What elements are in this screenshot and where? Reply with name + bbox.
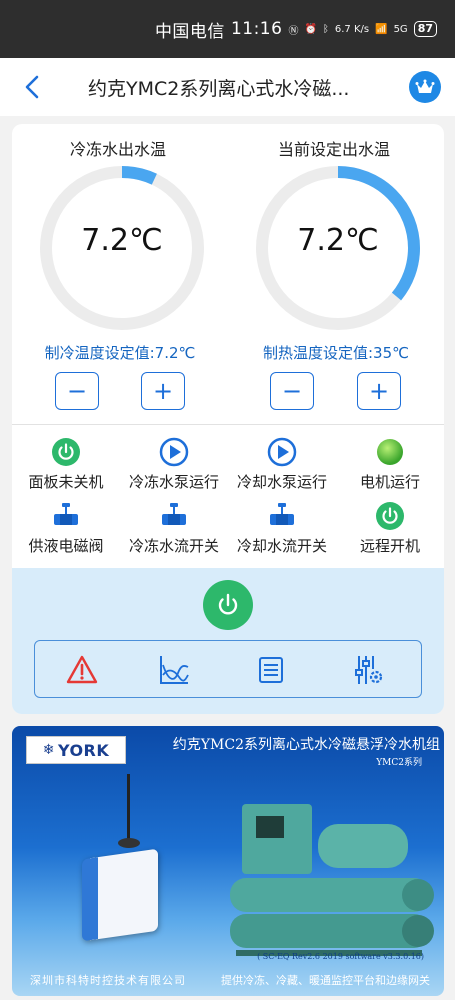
nav-bar: 约克YMC2系列离心式水冷磁... [0,58,455,116]
wifi-icon: 📶 [375,23,388,35]
vip-crown-button[interactable] [409,71,441,103]
power-green-icon [376,502,404,530]
chiller-machine-image [230,804,434,956]
pump-play-icon [159,437,189,467]
back-arrow-icon[interactable] [18,72,48,102]
cooling-increase-button[interactable]: + [141,372,185,410]
status-panel-not-off: 面板未关机 [12,437,120,492]
list-icon[interactable] [254,653,288,687]
alarm-clock-icon: ⏰ [304,23,317,35]
section-divider [12,424,444,425]
valve-icon [162,503,186,525]
cooling-setpoint-label: 制冷温度设定值:7.2℃ [44,344,196,362]
control-panel-card: 冷冻水出水温 当前设定出水温 7.2℃ 7.2℃ 制冷温度设定值:7.2℃ 制热… [12,124,444,714]
status-label: 面板未关机 [28,473,104,491]
pump-play-icon [267,437,297,467]
gauge-label-set-outlet: 当前设定出水温 [277,140,390,159]
banner-subtitle: YMC2系列 [376,758,422,768]
status-label: 冷冻水流开关 [128,537,219,555]
status-motor-running: 电机运行 [336,437,444,492]
york-logo: ❄ YORK [26,736,126,764]
york-logo-text: YORK [57,740,110,760]
status-label: 供液电磁阀 [28,537,104,555]
bluetooth-icon: ᛒ [322,23,329,35]
status-label: 电机运行 [359,473,420,491]
heating-increase-button[interactable]: + [357,372,401,410]
motor-green-icon [377,439,403,465]
trend-chart-icon[interactable] [157,653,191,687]
alarm-icon[interactable] [65,653,99,687]
status-cooling-pump: 冷却水泵运行 [228,437,336,492]
heating-setpoint-label: 制热温度设定值:35℃ [263,344,409,362]
status-chilled-flow-switch: 冷冻水流开关 [120,501,228,556]
settings-sliders-icon[interactable] [351,653,385,687]
crown-icon [415,79,435,93]
signal-label: 5G [393,23,408,35]
product-banner: ❄ YORK 约克YMC2系列离心式水冷磁悬浮冷水机组 YMC2系列 ( SC-… [12,726,444,996]
status-label: 远程开机 [359,537,420,555]
status-cooling-flow-switch: 冷却水流开关 [228,501,336,556]
status-bar: 中国电信 11:16 Ⓝ ⏰ ᛒ 6.7 K/s 📶 5G 87 [0,0,455,58]
power-icon [218,593,238,615]
status-chilled-pump: 冷冻水泵运行 [120,437,228,492]
status-remote-on: 远程开机 [336,501,444,556]
banner-slogan: 提供冷冻、冷藏、暖通监控平台和边缘网关 [221,974,430,987]
control-area [12,568,444,714]
valve-icon [54,503,78,525]
net-speed: 6.7 K/s [334,23,370,35]
page-title: 约克YMC2系列离心式水冷磁... [88,78,350,100]
york-snowflake-icon: ❄ [42,742,55,758]
carrier-label: 中国电信 [154,21,225,42]
nfc-icon: Ⓝ [288,25,299,37]
status-label: 冷却水流开关 [236,537,327,555]
banner-title: 约克YMC2系列离心式水冷磁悬浮冷水机组 [172,737,440,753]
antenna-image [127,774,130,844]
clock-time: 11:16 [230,19,283,39]
status-label: 冷却水泵运行 [236,473,327,491]
status-label: 冷冻水泵运行 [128,473,219,491]
status-supply-solenoid: 供液电磁阀 [12,501,120,556]
gauge-label-chilled-outlet: 冷冻水出水温 [69,140,166,159]
cooling-decrease-button[interactable]: − [55,372,99,410]
valve-icon [270,503,294,525]
power-green-icon [52,438,80,466]
main-power-button[interactable] [203,580,253,630]
banner-company: 深圳市科特时控技术有限公司 [30,974,186,987]
gauge-value-chilled-outlet: 7.2℃ [81,223,163,258]
banner-version: ( SC-EQ Rev2.6 2019 software v3.3.0.16) [257,952,424,961]
gateway-device-image [82,848,158,942]
gauge-value-set-outlet: 7.2℃ [297,223,379,258]
heating-decrease-button[interactable]: − [270,372,314,410]
battery-indicator: 87 [413,21,437,37]
function-toolbar [34,640,422,698]
antenna-base-image [118,838,140,848]
